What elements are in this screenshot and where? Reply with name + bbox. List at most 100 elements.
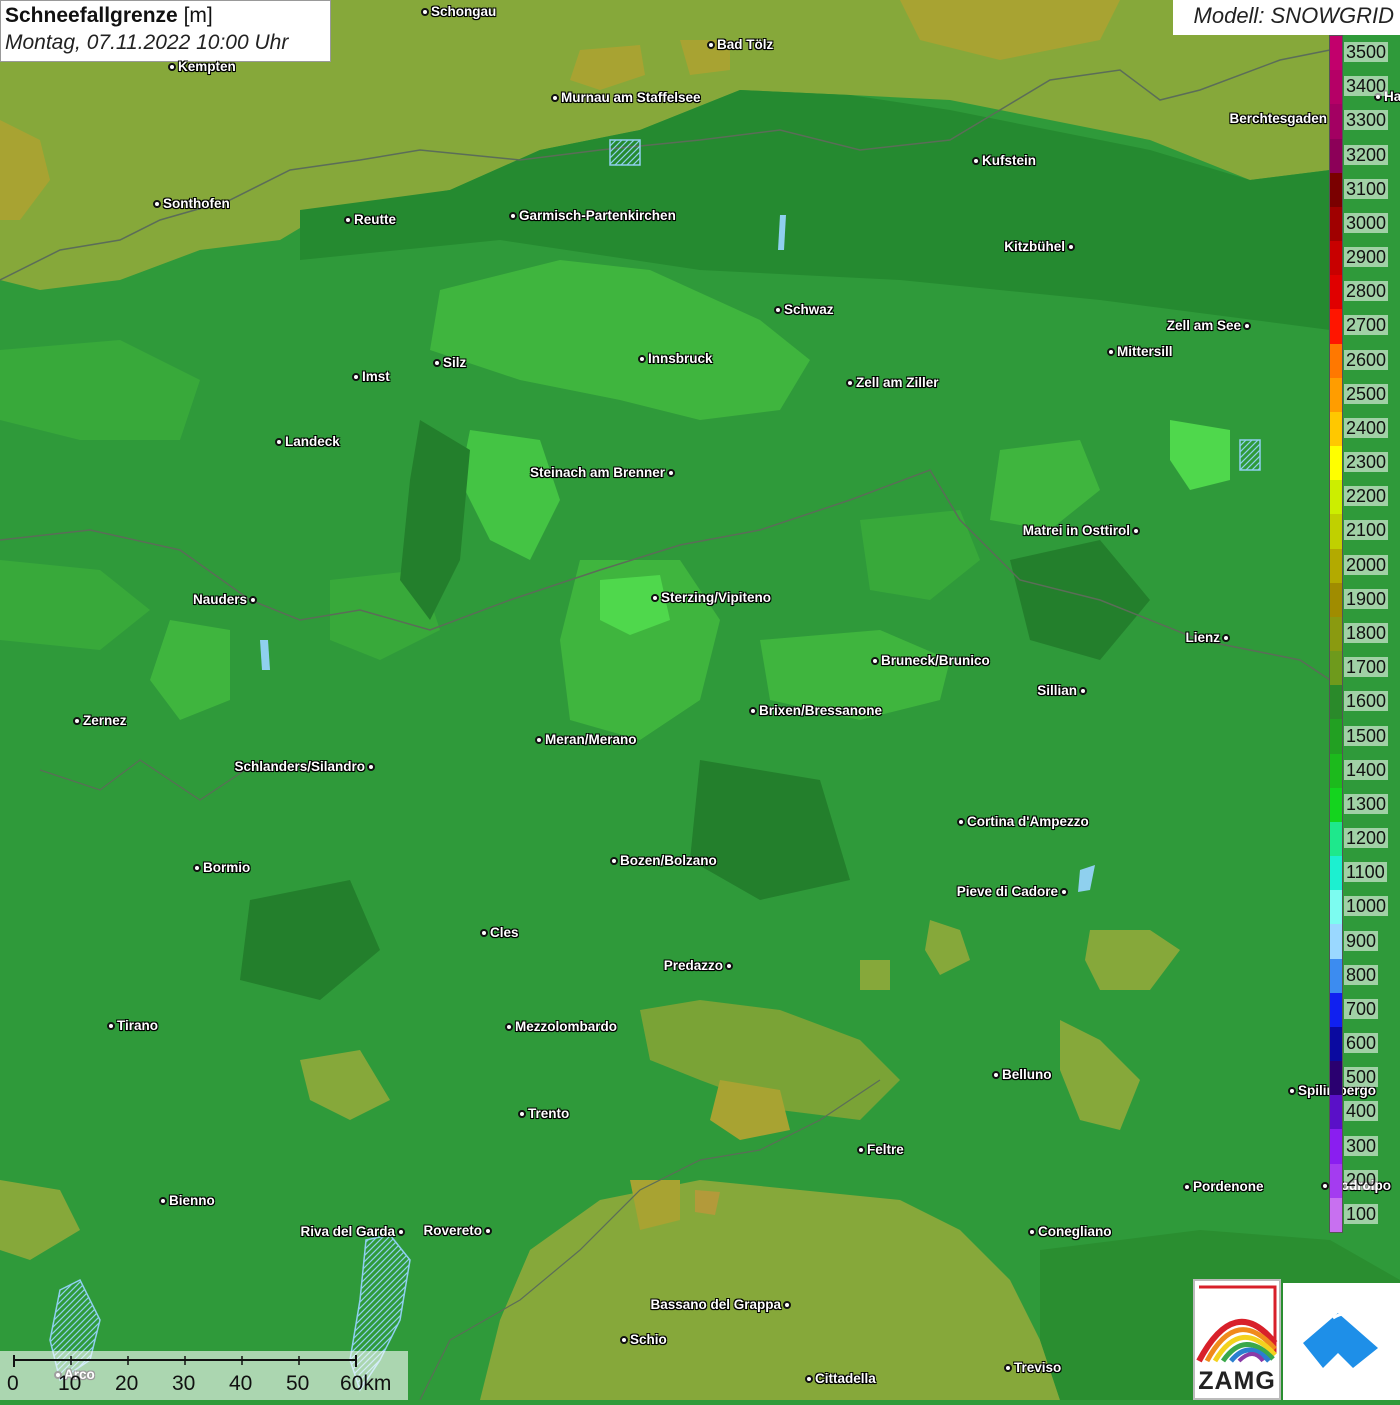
city-label: Kempten bbox=[178, 59, 236, 74]
city-marker: Zernez bbox=[73, 713, 127, 728]
legend-color-step bbox=[1330, 651, 1342, 686]
scale-tick-label: 20 bbox=[115, 1372, 139, 1395]
map-datetime: Montag, 07.11.2022 10:00 Uhr bbox=[5, 31, 289, 54]
city-label: Brixen/Bressanone bbox=[759, 703, 883, 718]
city-marker: Predazzo bbox=[664, 958, 733, 973]
scale-tick-label: 50 bbox=[286, 1372, 310, 1395]
legend-color-step bbox=[1330, 36, 1342, 71]
city-label: Kitzbühel bbox=[1004, 239, 1065, 254]
lake bbox=[1239, 439, 1261, 471]
legend-value-label: 800 bbox=[1344, 964, 1379, 985]
legend-color-step bbox=[1330, 514, 1342, 550]
city-label: Bruneck/Brunico bbox=[881, 653, 990, 668]
city-label: Lienz bbox=[1185, 630, 1220, 645]
legend-value-label: 2700 bbox=[1344, 315, 1389, 336]
city-marker: Brixen/Bressanone bbox=[749, 703, 882, 718]
title-box: Schneefallgrenze [m] Montag, 07.11.2022 … bbox=[0, 0, 331, 62]
city-dot-icon bbox=[725, 961, 733, 970]
legend-color-step bbox=[1330, 1026, 1342, 1062]
city-label: Zernez bbox=[83, 713, 127, 728]
legend-color-step bbox=[1330, 377, 1342, 413]
legend-color-step bbox=[1330, 138, 1342, 174]
legend-color-step bbox=[1330, 104, 1342, 139]
city-label: Bassano del Grappa bbox=[650, 1297, 781, 1312]
city-marker: Zell am See bbox=[1167, 318, 1251, 333]
legend-color-step bbox=[1330, 719, 1342, 755]
city-label: Kufstein bbox=[982, 153, 1036, 168]
legend-value-label: 2500 bbox=[1344, 383, 1389, 404]
city-marker: Zell am Ziller bbox=[846, 375, 939, 390]
city-dot-icon bbox=[871, 656, 879, 665]
legend-color-step bbox=[1330, 1129, 1342, 1165]
city-dot-icon bbox=[1183, 1182, 1191, 1191]
city-marker: Berchtesgaden bbox=[1229, 111, 1337, 126]
city-marker: Sonthofen bbox=[153, 196, 230, 211]
city-marker: Belluno bbox=[992, 1067, 1052, 1082]
city-marker: Landeck bbox=[275, 434, 340, 449]
city-marker: Nauders bbox=[193, 592, 257, 607]
city-dot-icon bbox=[1222, 633, 1230, 642]
city-label: Mittersill bbox=[1117, 344, 1173, 359]
legend-color-step bbox=[1330, 275, 1342, 310]
city-marker: Mittersill bbox=[1107, 344, 1173, 359]
legend-value-label: 1300 bbox=[1344, 793, 1389, 814]
city-label: Zell am Ziller bbox=[856, 375, 939, 390]
city-dot-icon bbox=[107, 1021, 115, 1030]
scale-tick-label: 0 bbox=[7, 1372, 19, 1395]
city-marker: Riva del Garda bbox=[300, 1224, 405, 1239]
legend-color-step bbox=[1330, 446, 1342, 481]
city-dot-icon bbox=[153, 199, 161, 208]
legend-value-label: 1500 bbox=[1344, 725, 1389, 746]
map-title: Schneefallgrenze bbox=[5, 4, 178, 27]
city-dot-icon bbox=[1079, 686, 1087, 695]
city-marker: Imst bbox=[352, 369, 390, 384]
city-label: Imst bbox=[362, 369, 390, 384]
city-dot-icon bbox=[421, 7, 429, 16]
legend-color-step bbox=[1330, 548, 1342, 584]
city-label: Cittadella bbox=[815, 1371, 876, 1386]
legend-color-step bbox=[1330, 241, 1342, 276]
city-marker: Pieve di Cadore bbox=[957, 884, 1068, 899]
city-marker: Garmisch-Partenkirchen bbox=[509, 208, 676, 223]
city-dot-icon bbox=[805, 1374, 813, 1383]
legend-value-label: 1000 bbox=[1344, 896, 1389, 917]
color-legend-labels: 3500 3400 3300 3200 3100 3000 2900 2800 2700 2600… bbox=[1343, 35, 1400, 1233]
scale-tick-label: 60km bbox=[340, 1372, 392, 1395]
city-label: Tirano bbox=[117, 1018, 159, 1033]
city-label: Schio bbox=[630, 1332, 667, 1347]
legend-value-label: 3200 bbox=[1344, 144, 1389, 165]
city-marker: Sterzing/Vipiteno bbox=[651, 590, 771, 605]
city-dot-icon bbox=[518, 1109, 526, 1118]
city-marker: Mezzolombardo bbox=[505, 1019, 617, 1034]
city-dot-icon bbox=[193, 863, 201, 872]
city-label: Reutte bbox=[354, 212, 397, 227]
legend-value-label: 2900 bbox=[1344, 247, 1389, 268]
legend-value-label: 2200 bbox=[1344, 486, 1389, 507]
city-dot-icon bbox=[1107, 347, 1115, 356]
city-marker: Reutte bbox=[344, 212, 396, 227]
city-dot-icon bbox=[846, 378, 854, 387]
legend-color-step bbox=[1330, 1197, 1342, 1233]
city-label: Meran/Merano bbox=[545, 732, 637, 747]
legend-value-label: 3300 bbox=[1344, 110, 1389, 131]
snowgrid-logo bbox=[1283, 1283, 1400, 1400]
legend-value-label: 2100 bbox=[1344, 520, 1389, 541]
legend-color-step bbox=[1330, 616, 1342, 652]
city-dot-icon bbox=[367, 762, 375, 771]
city-dot-icon bbox=[551, 93, 559, 102]
city-dot-icon bbox=[1321, 1181, 1329, 1190]
city-label: Bad Tölz bbox=[717, 37, 774, 52]
city-marker: Lienz bbox=[1185, 630, 1230, 645]
legend-value-label: 2800 bbox=[1344, 281, 1389, 302]
legend-value-label: 900 bbox=[1344, 930, 1379, 951]
city-label: Garmisch-Partenkirchen bbox=[519, 208, 676, 223]
city-marker: Schio bbox=[620, 1332, 667, 1347]
city-dot-icon bbox=[707, 40, 715, 49]
city-label: Predazzo bbox=[663, 958, 723, 973]
legend-value-label: 1700 bbox=[1344, 657, 1389, 678]
city-dot-icon bbox=[168, 62, 176, 71]
legend-color-step bbox=[1330, 582, 1342, 618]
legend-value-label: 3100 bbox=[1344, 178, 1389, 199]
city-label: Bozen/Bolzano bbox=[620, 853, 717, 868]
rainbow-icon bbox=[1196, 1285, 1278, 1363]
